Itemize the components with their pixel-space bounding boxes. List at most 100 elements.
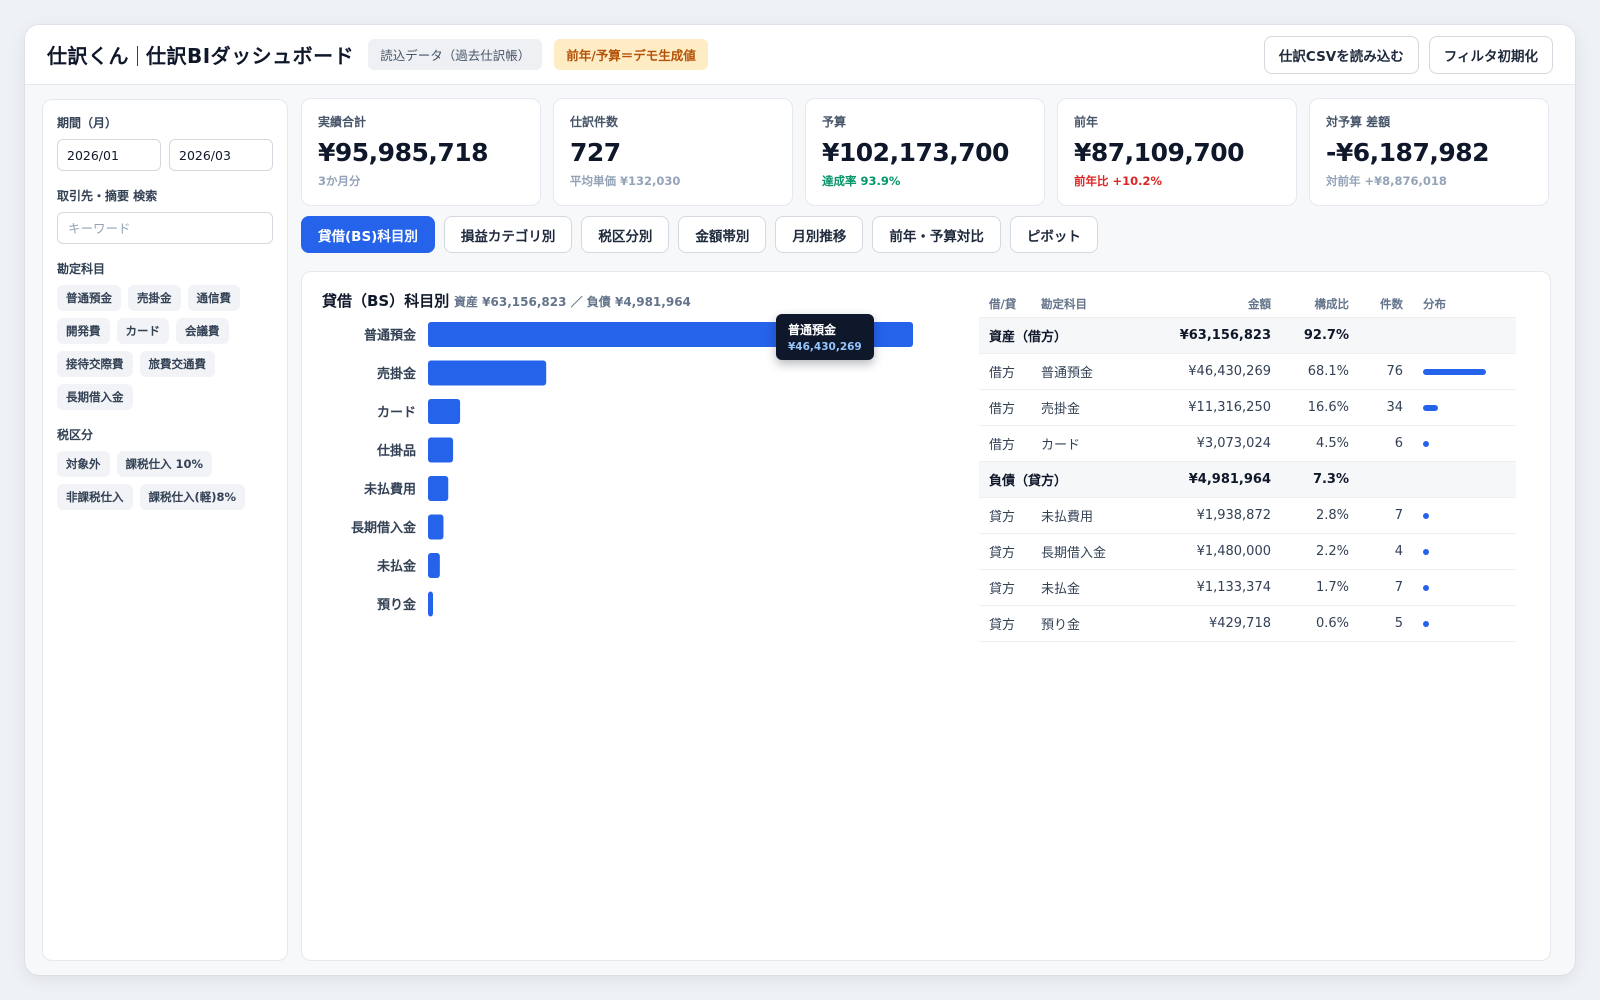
tab-prev-year-budget[interactable]: 前年・予算対比 bbox=[872, 216, 1001, 253]
bar[interactable] bbox=[428, 476, 449, 501]
header-account: 勘定科目 bbox=[1041, 296, 1087, 311]
table-row[interactable]: 借方 普通預金 ¥46,430,269 68.1% 76 bbox=[979, 354, 1516, 390]
kpi-label: 前年 bbox=[1074, 115, 1099, 129]
row-count: 34 bbox=[1386, 400, 1403, 415]
row-ratio: 2.2% bbox=[1315, 544, 1349, 559]
row-count: 7 bbox=[1394, 508, 1403, 523]
account-tag[interactable]: 旅費交通費 bbox=[139, 351, 215, 377]
row-distribution bbox=[1403, 584, 1503, 591]
table-row[interactable]: 貸方 長期借入金 ¥1,480,000 2.2% 4 bbox=[979, 534, 1516, 570]
kpi-label: 予算 bbox=[822, 115, 847, 129]
distribution-bar bbox=[1423, 548, 1429, 555]
distribution-bar bbox=[1423, 620, 1429, 627]
row-ratio: 0.6% bbox=[1315, 616, 1349, 631]
account-tag[interactable]: 普通預金 bbox=[57, 285, 121, 311]
account-tag[interactable]: 会議費 bbox=[176, 318, 229, 344]
kpi-value: -¥6,187,982 bbox=[1326, 138, 1490, 167]
bar-label: 未払金 bbox=[376, 559, 417, 575]
kpi-card-count: 仕訳件数 727 平均単価 ¥132,030 bbox=[553, 98, 793, 206]
kpi-card-actual: 実績合計 ¥95,985,718 3か月分 bbox=[301, 98, 541, 206]
row-count: 7 bbox=[1394, 580, 1403, 595]
table-group-row[interactable]: 資産（借方） ¥63,156,823 92.7% bbox=[979, 318, 1516, 354]
group-amount: ¥63,156,823 bbox=[1179, 328, 1271, 343]
kpi-cards: 実績合計 ¥95,985,718 3か月分 仕訳件数 727 平均単価 ¥132… bbox=[301, 98, 1549, 206]
top-bar: 仕訳くん 仕訳BIダッシュボード 読込データ（過去仕訳帳） 前年/予算＝デモ生成値… bbox=[25, 25, 1575, 85]
account-tag[interactable]: 売掛金 bbox=[128, 285, 181, 311]
period-from-input[interactable] bbox=[57, 139, 161, 171]
tab-pivot[interactable]: ピボット bbox=[1009, 216, 1098, 253]
bar[interactable] bbox=[428, 360, 547, 386]
row-distribution bbox=[1403, 512, 1503, 519]
row-account: 未払費用 bbox=[1041, 510, 1094, 525]
table-row[interactable]: 貸方 預り金 ¥429,718 0.6% 5 bbox=[979, 606, 1516, 642]
row-amount: ¥11,316,250 bbox=[1188, 400, 1271, 415]
row-account: 未払金 bbox=[1041, 582, 1081, 597]
bar-label: 仕掛品 bbox=[376, 443, 416, 459]
row-ratio: 4.5% bbox=[1315, 436, 1349, 451]
tax-tag[interactable]: 課税仕入 10% bbox=[116, 451, 213, 477]
reset-filter-button[interactable]: フィルタ初期化 bbox=[1428, 35, 1553, 74]
title-divider bbox=[137, 46, 138, 66]
bar[interactable] bbox=[428, 399, 461, 424]
bar[interactable] bbox=[428, 514, 444, 540]
account-tag[interactable]: 長期借入金 bbox=[57, 384, 133, 410]
account-tag[interactable]: 開発費 bbox=[57, 318, 110, 344]
bs-account-table: 借/貸 勘定科目 金額 構成比 件数 分布 資産（借方） ¥63,156,823 9… bbox=[979, 290, 1516, 642]
tax-tag[interactable]: 非課税仕入 bbox=[57, 484, 133, 510]
header-amount: 金額 bbox=[1248, 296, 1271, 311]
row-side: 借方 bbox=[989, 366, 1016, 381]
kpi-card-budget: 予算 ¥102,173,700 達成率 93.9% bbox=[805, 98, 1045, 206]
row-distribution bbox=[1403, 404, 1503, 411]
import-csv-button[interactable]: 仕訳CSVを読み込む bbox=[1263, 35, 1419, 74]
tab-amount-band[interactable]: 金額帯別 bbox=[678, 216, 767, 253]
table-row[interactable]: 貸方 未払金 ¥1,133,374 1.7% 7 bbox=[979, 570, 1516, 606]
table-row[interactable]: 借方 売掛金 ¥11,316,250 16.6% 34 bbox=[979, 390, 1516, 426]
table-row[interactable]: 貸方 未払費用 ¥1,938,872 2.8% 7 bbox=[979, 498, 1516, 534]
bar-label: 未払費用 bbox=[363, 482, 416, 498]
row-amount: ¥3,073,024 bbox=[1196, 436, 1271, 451]
tab-bs-accounts[interactable]: 貸借(BS)科目別 bbox=[301, 216, 435, 253]
view-tabs: 貸借(BS)科目別 損益カテゴリ別 税区分別 金額帯別 月別推移 前年・予算対比… bbox=[301, 216, 1098, 253]
header-ratio: 構成比 bbox=[1314, 296, 1350, 311]
period-label: 期間（月） bbox=[57, 116, 118, 130]
bar[interactable] bbox=[428, 437, 454, 463]
kpi-card-budget-diff: 対予算 差額 -¥6,187,982 対前年 +¥8,876,018 bbox=[1309, 98, 1549, 206]
table-group-row[interactable]: 負債（貸方） ¥4,981,964 7.3% bbox=[979, 462, 1516, 498]
row-count: 5 bbox=[1394, 616, 1403, 631]
row-count: 6 bbox=[1394, 436, 1403, 451]
account-tag[interactable]: カード bbox=[116, 318, 169, 344]
header-distribution: 分布 bbox=[1423, 296, 1446, 311]
header-count: 件数 bbox=[1380, 296, 1403, 311]
kpi-value: ¥102,173,700 bbox=[822, 138, 1009, 167]
tax-tag[interactable]: 課税仕入(軽)8% bbox=[139, 484, 246, 510]
row-amount: ¥429,718 bbox=[1208, 616, 1271, 631]
tax-tag[interactable]: 対象外 bbox=[57, 451, 110, 477]
row-amount: ¥1,938,872 bbox=[1196, 508, 1271, 523]
account-label: 勘定科目 bbox=[57, 262, 106, 276]
tab-monthly-trend[interactable]: 月別推移 bbox=[775, 216, 864, 253]
bar[interactable] bbox=[428, 591, 433, 617]
kpi-sub: 達成率 93.9% bbox=[822, 174, 901, 188]
account-tag[interactable]: 通信費 bbox=[187, 285, 240, 311]
kpi-sub: 3か月分 bbox=[318, 174, 361, 188]
bs-bar-chart: 普通預金売掛金カード仕掛品未払費用長期借入金未払金預り金 bbox=[351, 322, 913, 617]
period-to-input[interactable] bbox=[169, 139, 273, 171]
table-row[interactable]: 借方 カード ¥3,073,024 4.5% 6 bbox=[979, 426, 1516, 462]
row-side: 借方 bbox=[989, 402, 1016, 417]
top-actions: 仕訳CSVを読み込む フィルタ初期化 bbox=[1263, 35, 1553, 74]
search-input[interactable] bbox=[57, 212, 273, 244]
tab-tax-class[interactable]: 税区分別 bbox=[581, 216, 670, 253]
row-side: 貸方 bbox=[989, 546, 1016, 561]
tab-pl-category[interactable]: 損益カテゴリ別 bbox=[443, 216, 573, 253]
row-account: 普通預金 bbox=[1041, 366, 1094, 381]
group-ratio: 7.3% bbox=[1312, 472, 1349, 487]
kpi-sub: 対前年 +¥8,876,018 bbox=[1326, 174, 1447, 188]
table-header: 借/貸 勘定科目 金額 構成比 件数 分布 bbox=[979, 290, 1516, 318]
distribution-bar bbox=[1423, 440, 1429, 447]
page-title: 仕訳くん 仕訳BIダッシュボード bbox=[47, 40, 354, 69]
bar-label: カード bbox=[377, 406, 416, 421]
kpi-label: 対予算 差額 bbox=[1326, 115, 1391, 129]
account-tag[interactable]: 接待交際費 bbox=[57, 351, 133, 377]
bar[interactable] bbox=[428, 553, 440, 578]
bar-label: 長期借入金 bbox=[351, 520, 417, 536]
